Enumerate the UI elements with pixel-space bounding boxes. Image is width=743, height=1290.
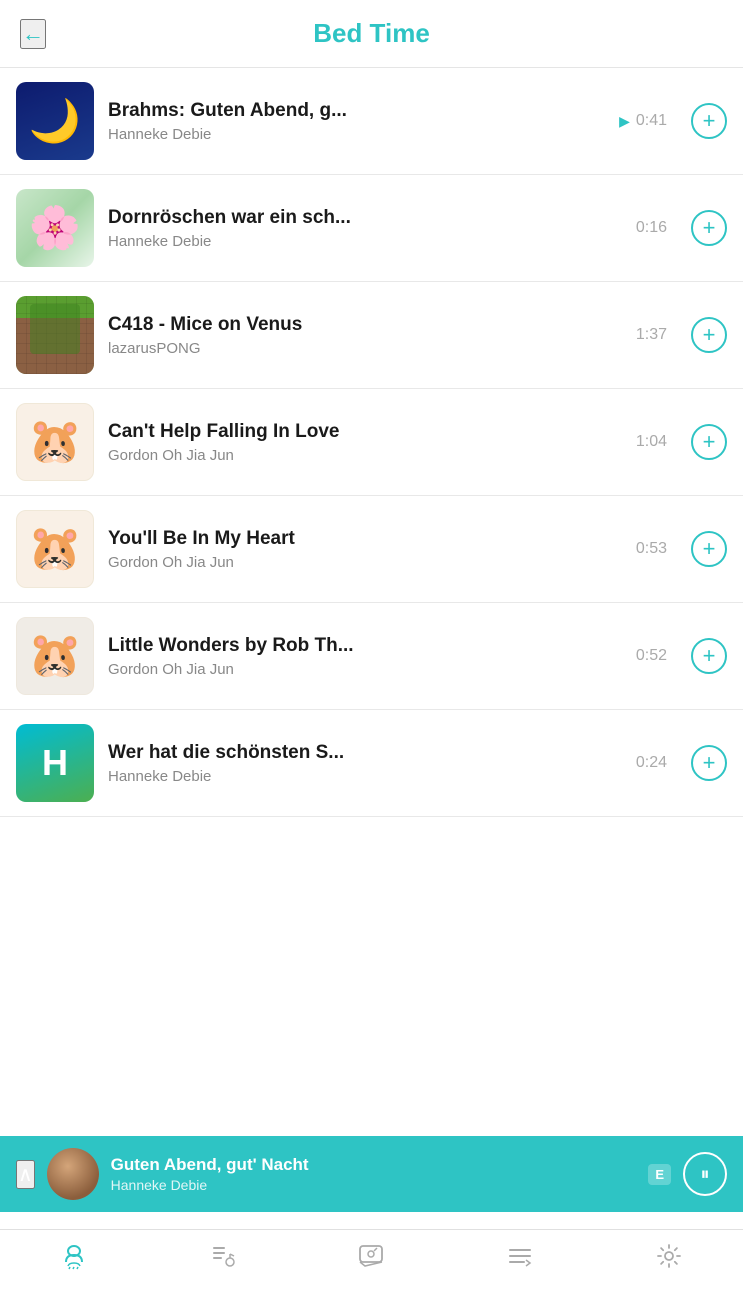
track-duration: 0:16 [636,219,667,237]
page-title: Bed Time [313,18,430,49]
track-title: Dornröschen war ein sch... [108,207,622,229]
track-title: C418 - Mice on Venus [108,314,622,336]
track-item: 🐹 You'll Be In My Heart Gordon Oh Jia Ju… [0,496,743,603]
track-info: Little Wonders by Rob Th... Gordon Oh Ji… [108,635,622,678]
track-artist: Gordon Oh Jia Jun [108,447,622,464]
now-playing-artist: Hanneke Debie [111,1177,637,1193]
track-info: C418 - Mice on Venus lazarusPONG [108,314,622,357]
track-artist: Hanneke Debie [108,126,605,143]
add-track-button[interactable]: + [691,745,727,781]
track-artist: Hanneke Debie [108,768,622,785]
nav-item-settings[interactable] [655,1242,683,1270]
track-item: 🌙 Brahms: Guten Abend, g... Hanneke Debi… [0,68,743,175]
now-playing-expand-button[interactable]: ∧ [16,1160,35,1189]
home-icon [60,1242,88,1270]
bottom-navigation [0,1229,743,1290]
track-info: Dornröschen war ein sch... Hanneke Debie [108,207,622,250]
request-icon [357,1242,385,1270]
track-title: Can't Help Falling In Love [108,421,622,443]
track-thumbnail: H [16,724,94,802]
track-title: Wer hat die schönsten S... [108,742,622,764]
track-duration: 0:52 [636,647,667,665]
now-playing-bar[interactable]: ∧ Guten Abend, gut' Nacht Hanneke Debie … [0,1136,743,1212]
track-item: 🌸 Dornröschen war ein sch... Hanneke Deb… [0,175,743,282]
track-duration: ▶ 0:41 [619,112,667,130]
track-item: 🐹 Little Wonders by Rob Th... Gordon Oh … [0,603,743,710]
track-thumbnail [16,296,94,374]
track-title: Little Wonders by Rob Th... [108,635,622,657]
add-track-button[interactable]: + [691,210,727,246]
now-playing-badge: E [648,1164,671,1185]
track-item: H Wer hat die schönsten S... Hanneke Deb… [0,710,743,817]
add-track-button[interactable]: + [691,638,727,674]
track-title: You'll Be In My Heart [108,528,622,550]
track-duration: 1:37 [636,326,667,344]
track-item: C418 - Mice on Venus lazarusPONG 1:37 + [0,282,743,389]
track-artist: lazarusPONG [108,340,622,357]
nav-item-home[interactable] [60,1242,88,1270]
track-artist: Gordon Oh Jia Jun [108,554,622,571]
track-info: Can't Help Falling In Love Gordon Oh Jia… [108,421,622,464]
track-info: You'll Be In My Heart Gordon Oh Jia Jun [108,528,622,571]
add-track-button[interactable]: + [691,531,727,567]
avatar [47,1148,99,1200]
track-thumbnail: 🌙 [16,82,94,160]
header: ← Bed Time [0,0,743,68]
track-thumbnail: 🐹 [16,510,94,588]
track-thumbnail: 🐹 [16,617,94,695]
track-list: 🌙 Brahms: Guten Abend, g... Hanneke Debi… [0,68,743,817]
track-info: Brahms: Guten Abend, g... Hanneke Debie [108,100,605,143]
track-artist: Hanneke Debie [108,233,622,250]
add-track-button[interactable]: + [691,103,727,139]
nav-item-queue[interactable] [506,1242,534,1270]
track-duration: 0:53 [636,540,667,558]
nav-item-playlist[interactable] [209,1242,237,1270]
now-playing-info: Guten Abend, gut' Nacht Hanneke Debie [111,1155,637,1193]
add-track-button[interactable]: + [691,424,727,460]
track-duration: 0:24 [636,754,667,772]
track-thumbnail: 🐹 [16,403,94,481]
avatar-image [47,1148,99,1200]
queue-icon [506,1242,534,1270]
play-indicator: ▶ [619,113,630,130]
add-track-button[interactable]: + [691,317,727,353]
track-item: 🐹 Can't Help Falling In Love Gordon Oh J… [0,389,743,496]
nav-item-request[interactable] [357,1242,385,1270]
now-playing-title: Guten Abend, gut' Nacht [111,1155,637,1175]
track-duration: 1:04 [636,433,667,451]
track-thumbnail: 🌸 [16,189,94,267]
back-button[interactable]: ← [20,19,46,49]
playlist-icon [209,1242,237,1270]
track-artist: Gordon Oh Jia Jun [108,661,622,678]
pause-button[interactable]: ⏸ [683,1152,727,1196]
settings-icon [655,1242,683,1270]
track-info: Wer hat die schönsten S... Hanneke Debie [108,742,622,785]
track-title: Brahms: Guten Abend, g... [108,100,605,122]
